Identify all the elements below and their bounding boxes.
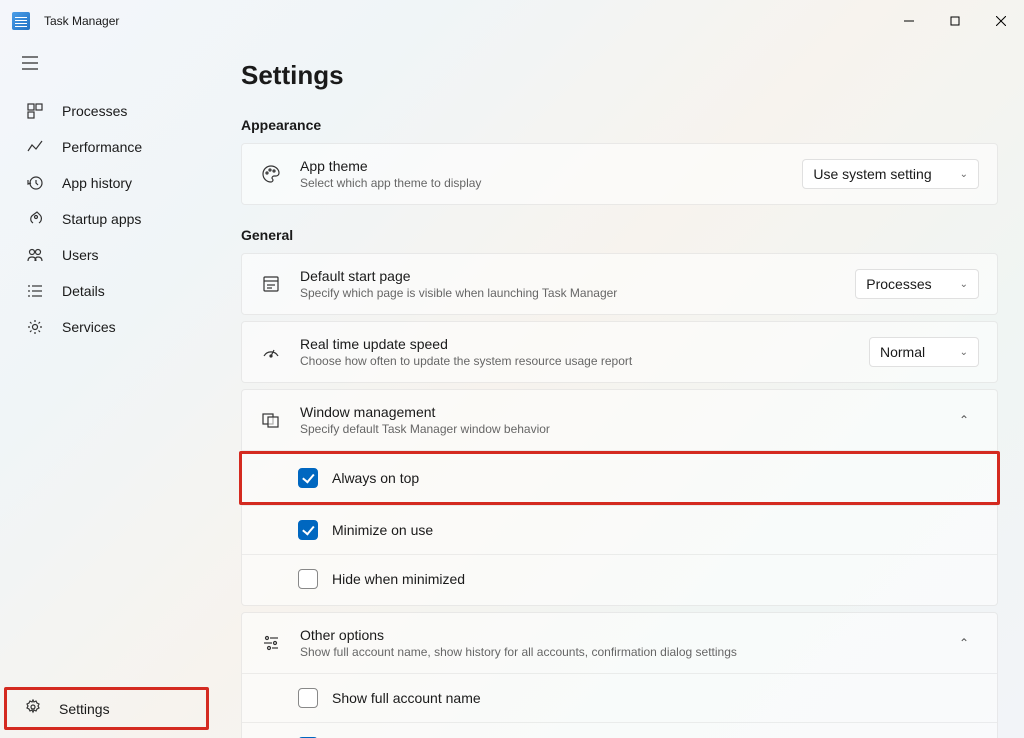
window-title: Task Manager [44, 14, 119, 28]
maximize-button[interactable] [932, 5, 978, 37]
window-controls [886, 5, 1024, 37]
chevron-down-icon: ⌄ [960, 169, 968, 180]
hamburger-button[interactable] [0, 42, 213, 93]
sidebar-item-label: Startup apps [62, 211, 141, 227]
minimize-button[interactable] [886, 5, 932, 37]
highlight-settings: Settings [4, 687, 209, 730]
card-subtitle: Show full account name, show history for… [300, 645, 931, 659]
performance-icon [26, 138, 44, 156]
palette-icon [260, 163, 282, 185]
checkbox-hide-when-minimized[interactable] [298, 569, 318, 589]
card-subtitle: Select which app theme to display [300, 176, 784, 190]
card-subtitle: Specify default Task Manager window beha… [300, 422, 931, 436]
checkbox-minimize-on-use[interactable] [298, 520, 318, 540]
window-management-header[interactable]: Window management Specify default Task M… [242, 390, 997, 450]
card-default-start: Default start page Specify which page is… [241, 253, 998, 315]
history-icon [26, 174, 44, 192]
default-start-dropdown[interactable]: Processes ⌄ [855, 269, 979, 299]
card-app-theme: App theme Select which app theme to disp… [241, 143, 998, 205]
sidebar-item-startup-apps[interactable]: Startup apps [4, 201, 209, 237]
dropdown-value: Normal [880, 344, 925, 360]
speed-icon [260, 341, 282, 363]
option-label: Always on top [332, 470, 419, 486]
card-title: Real time update speed [300, 336, 851, 352]
sidebar-item-label: Performance [62, 139, 142, 155]
card-subtitle: Choose how often to update the system re… [300, 354, 851, 368]
option-label: Show full account name [332, 690, 481, 706]
card-window-management: Window management Specify default Task M… [241, 389, 998, 606]
section-appearance: Appearance [241, 117, 998, 133]
users-icon [26, 246, 44, 264]
chevron-up-icon: ⌃ [949, 413, 979, 427]
titlebar: Task Manager [0, 0, 1024, 42]
chevron-up-icon: ⌃ [949, 636, 979, 650]
close-button[interactable] [978, 5, 1024, 37]
card-title: Other options [300, 627, 931, 643]
main-content: Settings Appearance App theme Select whi… [213, 42, 1024, 738]
card-subtitle: Specify which page is visible when launc… [300, 286, 837, 300]
sidebar-item-services[interactable]: Services [4, 309, 209, 345]
dropdown-value: Processes [866, 276, 931, 292]
services-icon [26, 318, 44, 336]
gear-icon [25, 699, 41, 718]
option-hide-when-minimized[interactable]: Hide when minimized [242, 554, 997, 603]
sidebar-item-app-history[interactable]: App history [4, 165, 209, 201]
options-icon [260, 632, 282, 654]
dropdown-value: Use system setting [813, 166, 931, 182]
card-update-speed: Real time update speed Choose how often … [241, 321, 998, 383]
details-icon [26, 282, 44, 300]
sidebar-item-label: Services [62, 319, 116, 335]
sidebar-item-label: Processes [62, 103, 127, 119]
sidebar-item-label: Users [62, 247, 99, 263]
page-title: Settings [241, 60, 998, 91]
highlight-always-on-top: Always on top [239, 451, 1000, 505]
option-show-history-all[interactable]: Show history for all accounts [242, 722, 997, 738]
sidebar-item-processes[interactable]: Processes [4, 93, 209, 129]
sidebar-item-users[interactable]: Users [4, 237, 209, 273]
option-show-full-account[interactable]: Show full account name [242, 674, 997, 722]
card-title: Default start page [300, 268, 837, 284]
chevron-down-icon: ⌄ [960, 347, 968, 358]
option-label: Minimize on use [332, 522, 433, 538]
processes-icon [26, 102, 44, 120]
checkbox-show-full-account[interactable] [298, 688, 318, 708]
option-minimize-on-use[interactable]: Minimize on use [242, 505, 997, 554]
startup-icon [26, 210, 44, 228]
sidebar-item-label: Details [62, 283, 105, 299]
update-speed-dropdown[interactable]: Normal ⌄ [869, 337, 979, 367]
sidebar-item-performance[interactable]: Performance [4, 129, 209, 165]
card-other-options: Other options Show full account name, sh… [241, 612, 998, 738]
sidebar: Processes Performance App history Startu… [0, 42, 213, 738]
window-icon [260, 409, 282, 431]
sidebar-item-details[interactable]: Details [4, 273, 209, 309]
page-icon [260, 273, 282, 295]
section-general: General [241, 227, 998, 243]
sidebar-item-settings[interactable]: Settings [7, 690, 206, 727]
sidebar-item-label: Settings [59, 701, 110, 717]
app-icon [12, 12, 30, 30]
option-always-on-top[interactable]: Always on top [242, 454, 997, 502]
sidebar-item-label: App history [62, 175, 132, 191]
other-options-header[interactable]: Other options Show full account name, sh… [242, 613, 997, 673]
checkbox-always-on-top[interactable] [298, 468, 318, 488]
app-theme-dropdown[interactable]: Use system setting ⌄ [802, 159, 979, 189]
card-title: Window management [300, 404, 931, 420]
chevron-down-icon: ⌄ [960, 279, 968, 290]
option-label: Hide when minimized [332, 571, 465, 587]
card-title: App theme [300, 158, 784, 174]
